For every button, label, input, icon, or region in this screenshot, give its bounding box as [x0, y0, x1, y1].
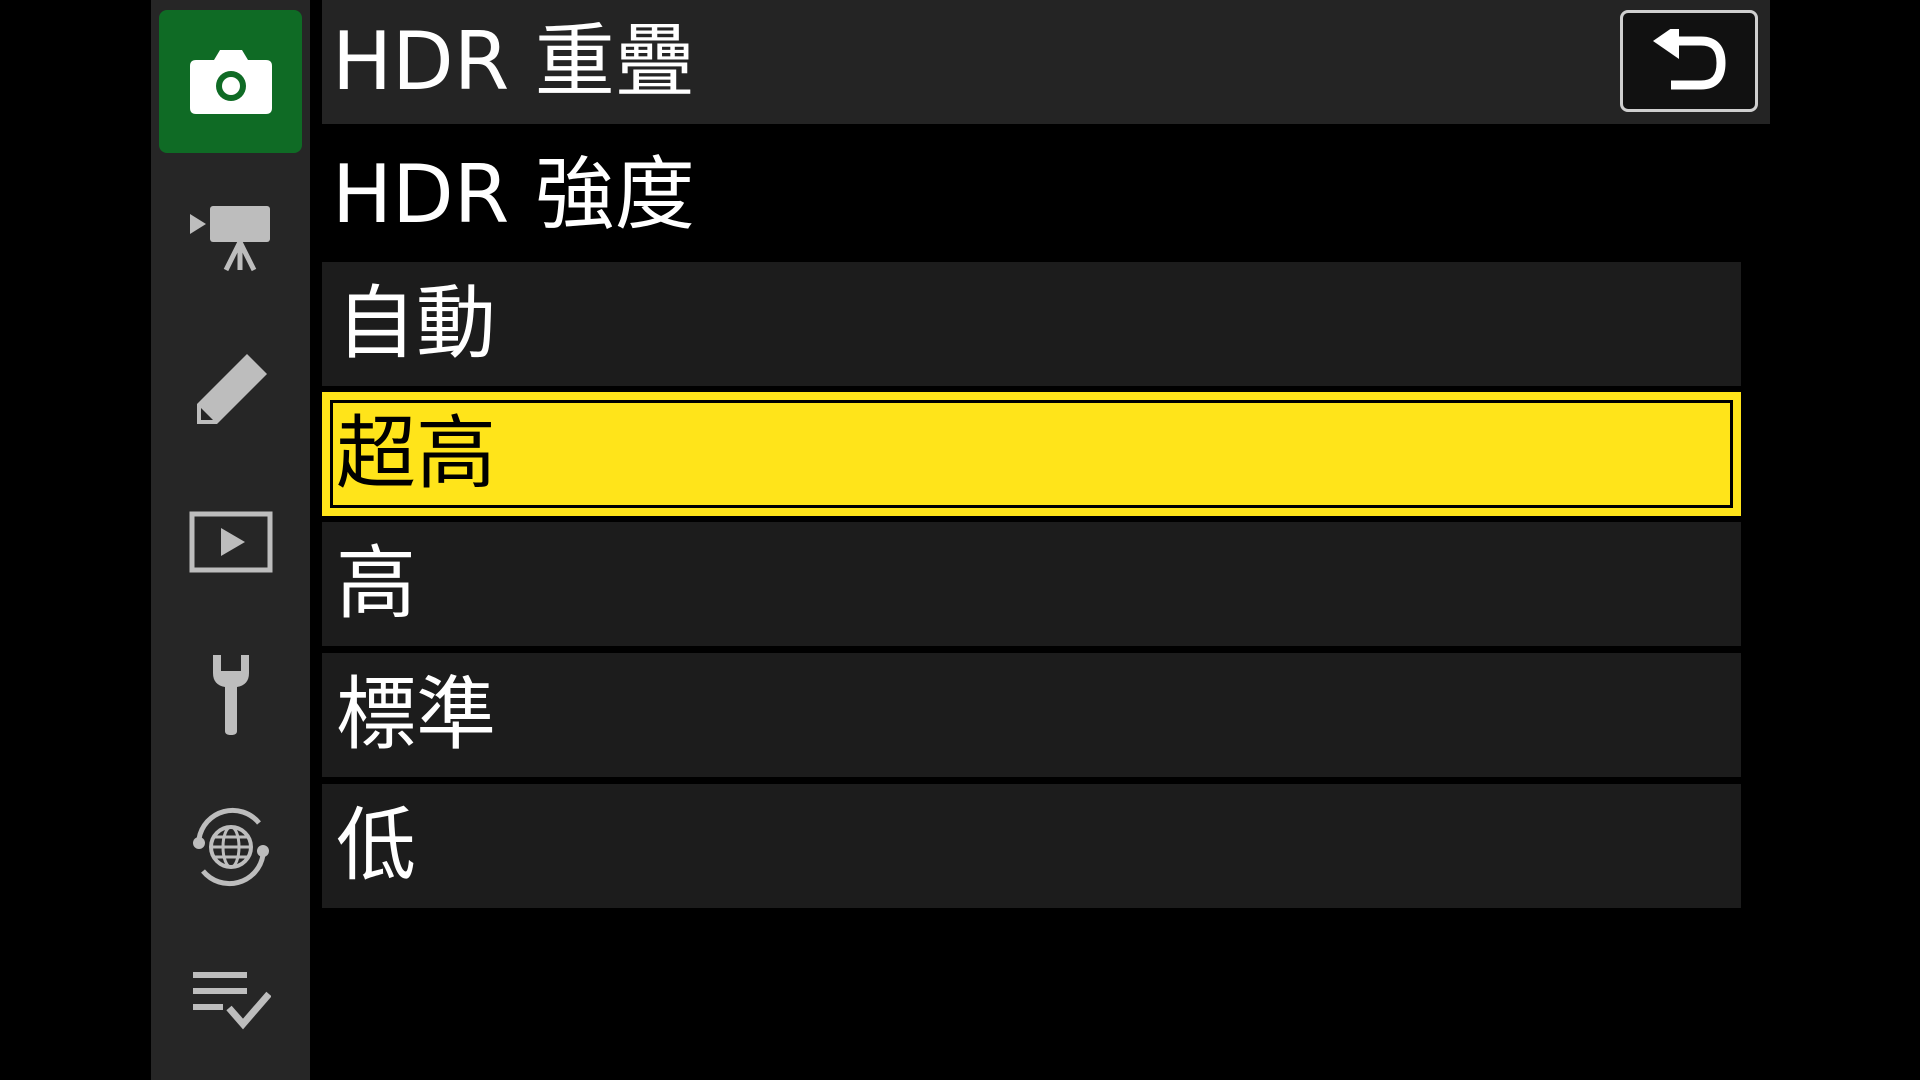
- sidebar-item-playback[interactable]: [159, 470, 302, 613]
- option-label: 超高: [336, 407, 496, 500]
- sidebar-item-network[interactable]: [159, 775, 302, 918]
- playback-icon: [189, 511, 272, 572]
- option-high[interactable]: 高: [322, 522, 1741, 646]
- return-arrow-icon: [1653, 29, 1726, 90]
- option-label: 標準: [336, 668, 496, 761]
- sidebar-item-my-menu[interactable]: [159, 928, 302, 1071]
- menu-sidebar: [151, 0, 310, 1080]
- network-globe-icon: [192, 807, 269, 886]
- page-title: HDR 重疊: [332, 15, 695, 108]
- sidebar-item-setup[interactable]: [159, 622, 302, 765]
- sidebar-item-custom-settings[interactable]: [159, 318, 302, 461]
- back-button[interactable]: [1620, 10, 1758, 112]
- menu-header: HDR 重疊: [322, 0, 1770, 124]
- sidebar-item-movie-shooting[interactable]: [159, 165, 302, 308]
- option-label: 高: [336, 537, 416, 630]
- pencil-icon: [196, 353, 267, 424]
- camera-icon: [189, 49, 272, 114]
- wrench-icon: [212, 654, 249, 735]
- sidebar-item-photo-shooting[interactable]: [159, 10, 302, 153]
- option-auto[interactable]: 自動: [322, 262, 1741, 386]
- section-title: HDR 強度: [332, 148, 695, 241]
- movie-camera-icon: [189, 205, 270, 271]
- camera-menu-screen: HDR 重疊 HDR 強度 自動 超高 高 標準 低: [0, 0, 1920, 1080]
- option-label: 自動: [336, 277, 496, 370]
- option-label: 低: [336, 799, 416, 892]
- option-low[interactable]: 低: [322, 784, 1741, 908]
- option-normal[interactable]: 標準: [322, 653, 1741, 777]
- option-extra-high[interactable]: 超高: [322, 392, 1741, 516]
- my-menu-checklist-icon: [192, 971, 271, 1029]
